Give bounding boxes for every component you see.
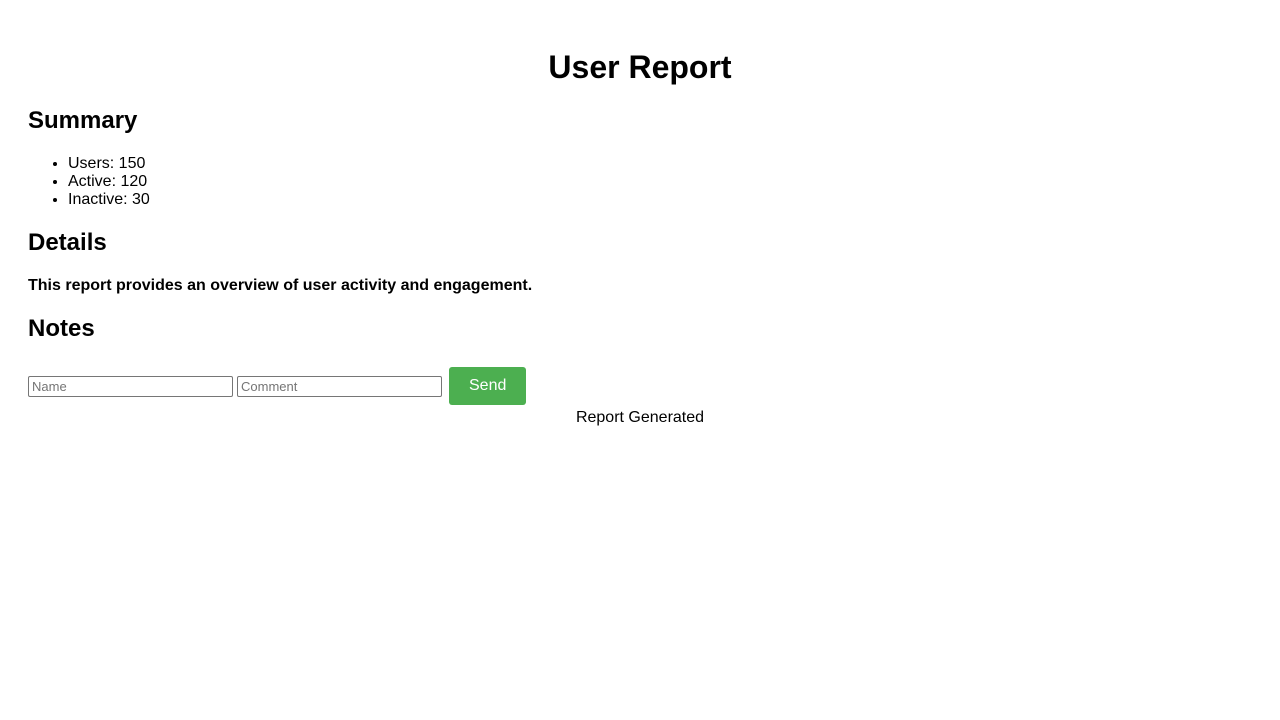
footer-text: Report Generated	[575, 409, 705, 426]
summary-item-active: Active: 120	[68, 173, 1252, 191]
details-text: This report provides an overview of user…	[28, 277, 533, 294]
details-heading: Details	[28, 229, 107, 256]
page-title: User Report	[548, 49, 732, 85]
summary-item-users: Users: 150	[68, 155, 1252, 173]
notes-form: Send	[28, 363, 1252, 409]
notes-heading: Notes	[28, 315, 95, 342]
summary-heading: Summary	[28, 107, 138, 134]
summary-list: Users: 150 Active: 120 Inactive: 30	[28, 155, 1252, 209]
name-input[interactable]	[28, 375, 233, 397]
summary-item-inactive: Inactive: 30	[68, 191, 1252, 209]
comment-input[interactable]	[237, 375, 442, 397]
send-button[interactable]: Send	[449, 367, 527, 405]
